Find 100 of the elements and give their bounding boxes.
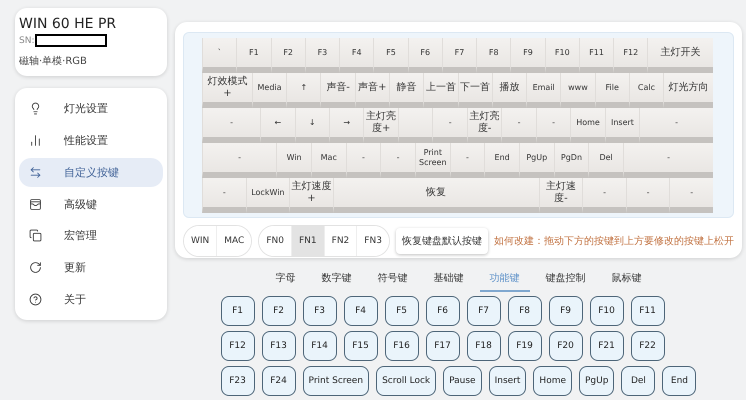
keycap[interactable]: F6 xyxy=(408,38,442,73)
key-chip[interactable]: F8 xyxy=(508,296,542,326)
key-chip[interactable]: End xyxy=(662,366,696,396)
keycap[interactable]: 主灯亮度- xyxy=(466,108,502,143)
sidebar-item[interactable]: 灯光设置 xyxy=(19,94,163,123)
key-chip[interactable]: F15 xyxy=(344,331,378,361)
blank-keycap[interactable] xyxy=(398,108,432,143)
key-chip[interactable]: Pause xyxy=(443,366,482,396)
sidebar-item[interactable]: 更新 xyxy=(19,253,163,282)
layer-tab[interactable]: FN1 xyxy=(292,226,325,256)
sidebar-item[interactable]: 高级键 xyxy=(19,190,163,218)
keycap[interactable]: 恢复 xyxy=(332,178,539,213)
keycap[interactable]: - xyxy=(536,108,570,143)
keycap[interactable]: F1 xyxy=(236,38,271,73)
key-chip[interactable]: F14 xyxy=(302,331,337,361)
sidebar-item[interactable]: 宏管理 xyxy=(19,221,163,250)
keycap[interactable]: - xyxy=(626,178,670,213)
keycap[interactable]: 声音- xyxy=(320,73,355,108)
keycap[interactable]: Win xyxy=(276,143,311,178)
keycap[interactable]: F9 xyxy=(510,38,545,73)
keycap[interactable]: F3 xyxy=(304,38,340,73)
key-chip[interactable]: F7 xyxy=(466,296,501,326)
key-chip[interactable]: F10 xyxy=(590,296,624,326)
keycap[interactable]: 主灯开关 xyxy=(647,38,713,73)
keycap[interactable]: Insert xyxy=(604,108,640,143)
keycap[interactable]: - xyxy=(202,143,276,178)
category-tab[interactable]: 鼠标键 xyxy=(602,268,652,292)
key-chip[interactable]: F23 xyxy=(220,366,255,396)
key-chip[interactable]: F2 xyxy=(262,296,296,326)
keycap[interactable]: 下一首 xyxy=(458,73,492,108)
keycap[interactable]: → xyxy=(329,108,364,143)
key-chip[interactable]: Home xyxy=(533,366,572,396)
key-chip[interactable]: F1 xyxy=(220,296,255,326)
key-chip[interactable]: F13 xyxy=(262,331,296,361)
keycap[interactable]: - xyxy=(582,178,626,213)
reset-button[interactable]: 恢复键盘默认按键 xyxy=(396,228,488,254)
keycap[interactable]: - xyxy=(346,143,380,178)
key-chip[interactable]: F24 xyxy=(262,366,296,396)
keycap[interactable]: F4 xyxy=(339,38,374,73)
key-chip[interactable]: F22 xyxy=(630,331,665,361)
key-chip[interactable]: Insert xyxy=(488,366,526,396)
key-chip[interactable]: F21 xyxy=(590,331,624,361)
keycap[interactable]: - xyxy=(450,143,484,178)
keycap[interactable]: ↑ xyxy=(286,73,320,108)
keycap[interactable]: 静音 xyxy=(388,73,424,108)
keycap[interactable]: ` xyxy=(202,38,236,73)
key-chip[interactable]: Print Screen xyxy=(302,366,370,396)
key-chip[interactable]: F4 xyxy=(344,296,378,326)
key-chip[interactable]: F12 xyxy=(220,331,255,361)
keycap[interactable]: Print Screen xyxy=(414,143,450,178)
category-tab[interactable]: 符号键 xyxy=(368,268,418,292)
keycap[interactable]: - xyxy=(202,178,246,213)
keycap[interactable]: F8 xyxy=(476,38,510,73)
layer-tab[interactable]: FN0 xyxy=(259,226,292,256)
keycap[interactable]: 上一首 xyxy=(423,73,458,108)
category-tab[interactable]: 数字键 xyxy=(312,268,362,292)
keycap[interactable]: F7 xyxy=(442,38,476,73)
keycap[interactable]: - xyxy=(202,108,260,143)
category-tab[interactable]: 键盘控制 xyxy=(536,268,596,292)
keycap[interactable]: F12 xyxy=(613,38,648,73)
key-chip[interactable]: F16 xyxy=(384,331,419,361)
keycap[interactable]: F5 xyxy=(373,38,408,73)
keycap[interactable]: 播放 xyxy=(492,73,526,108)
key-chip[interactable]: F17 xyxy=(426,331,460,361)
keycap[interactable]: Calc xyxy=(628,73,664,108)
keycap[interactable]: PgUp xyxy=(518,143,554,178)
key-chip[interactable]: F18 xyxy=(466,331,501,361)
keycap[interactable]: - xyxy=(669,178,713,213)
key-chip[interactable]: F5 xyxy=(384,296,419,326)
keycap[interactable]: Home xyxy=(570,108,605,143)
key-chip[interactable]: Del xyxy=(621,366,656,396)
keycap[interactable]: 灯效模式+ xyxy=(202,73,252,108)
key-chip[interactable]: Scroll Lock xyxy=(376,366,436,396)
keycap[interactable]: End xyxy=(484,143,519,178)
keycap[interactable]: - xyxy=(622,143,714,178)
keycap[interactable]: Media xyxy=(252,73,286,108)
sidebar-item[interactable]: 性能设置 xyxy=(19,126,163,155)
keycap[interactable]: F10 xyxy=(544,38,579,73)
key-chip[interactable]: F3 xyxy=(302,296,337,326)
keycap[interactable]: Del xyxy=(588,143,623,178)
category-tab[interactable]: 字母 xyxy=(266,268,306,292)
key-chip[interactable]: F11 xyxy=(630,296,665,326)
keycap[interactable]: 灯光方向 xyxy=(663,73,713,108)
keycap[interactable]: 主灯亮度+ xyxy=(363,108,398,143)
key-chip[interactable]: F20 xyxy=(548,331,583,361)
keycap[interactable]: LockWin xyxy=(246,178,290,213)
keycap[interactable]: Mac xyxy=(310,143,346,178)
keycap[interactable]: - xyxy=(380,143,415,178)
keycap[interactable]: ↓ xyxy=(294,108,329,143)
keycap[interactable]: PgDn xyxy=(554,143,588,178)
key-chip[interactable]: F6 xyxy=(426,296,460,326)
keycap[interactable]: - xyxy=(501,108,536,143)
category-tab[interactable]: 基础键 xyxy=(424,268,474,292)
sidebar-item[interactable]: 自定义按键 xyxy=(19,158,163,187)
key-chip[interactable]: PgUp xyxy=(579,366,614,396)
keycap[interactable]: 主灯速度- xyxy=(538,178,582,213)
keycap[interactable]: 声音+ xyxy=(354,73,389,108)
keycap[interactable]: www xyxy=(560,73,595,108)
key-chip[interactable]: F9 xyxy=(548,296,583,326)
keycap[interactable]: F2 xyxy=(270,38,305,73)
